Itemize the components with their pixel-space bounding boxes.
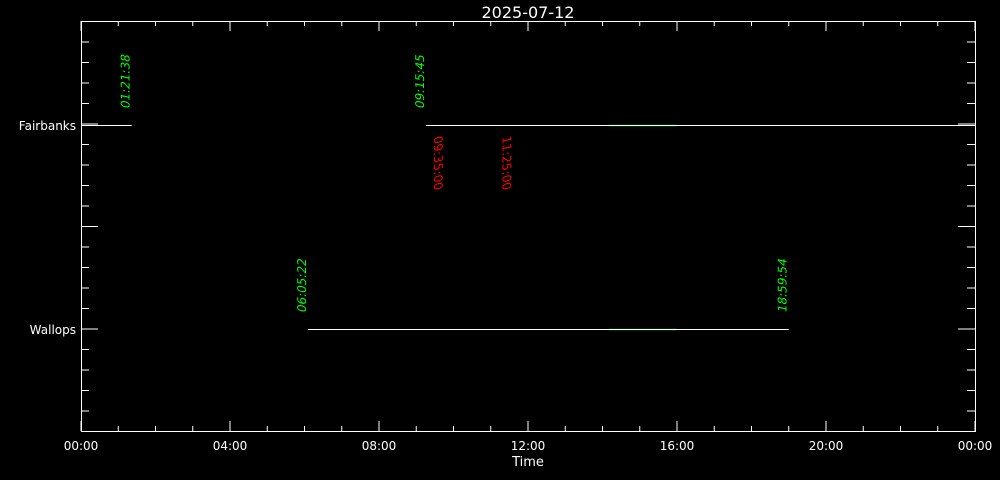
station-label: Fairbanks: [19, 119, 76, 133]
annotation-label: 18:59:54: [776, 257, 790, 314]
x-tick-label: 04:00: [213, 439, 248, 453]
x-tick-label: 08:00: [362, 439, 397, 453]
x-tick-label: 00:00: [64, 439, 99, 453]
station-label: Wallops: [30, 323, 76, 337]
x-axis-label: Time: [511, 455, 544, 470]
annotation-label: 01:21:38: [119, 53, 133, 110]
chart-title: 2025-07-12: [482, 3, 575, 22]
annotation-label: 11:25:00: [499, 135, 513, 192]
annotation-label: 09:35:00: [431, 135, 445, 192]
x-tick-label: 12:00: [511, 439, 546, 453]
chart: 2025-07-12 00:00 04:00 08:00 12:00 16:00 20:0…: [0, 0, 1000, 480]
x-tick-label: 00:00: [958, 439, 993, 453]
annotation-label: 06:05:22: [295, 257, 309, 314]
x-tick-label: 20:00: [809, 439, 844, 453]
annotation-label: 09:15:45: [413, 53, 427, 110]
x-tick-label: 16:00: [660, 439, 695, 453]
chart-background: [0, 0, 1000, 480]
